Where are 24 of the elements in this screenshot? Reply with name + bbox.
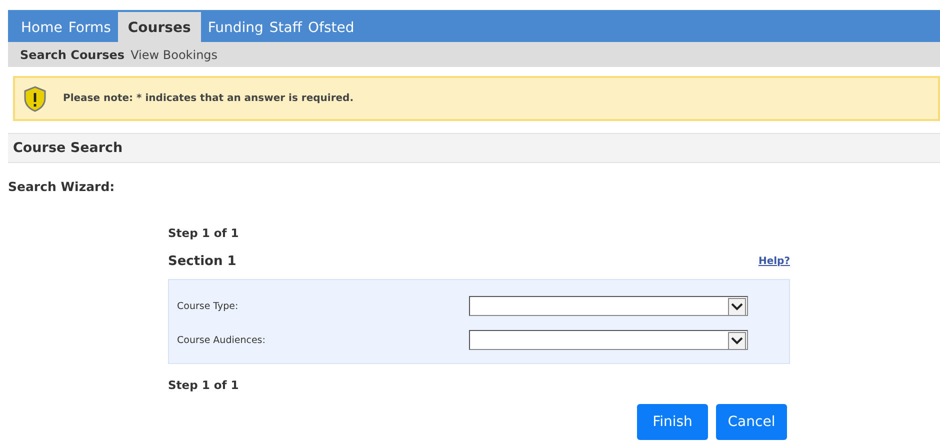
- section-title: Section 1: [168, 254, 236, 269]
- help-link[interactable]: Help?: [758, 256, 790, 267]
- sub-nav-link[interactable]: Search Courses: [20, 48, 125, 62]
- step-label: Step 1 of 1: [168, 378, 240, 392]
- nav-tab[interactable]: Forms: [65, 18, 114, 42]
- nav-tab[interactable]: Courses: [118, 12, 201, 42]
- dropdown-field[interactable]: [469, 296, 748, 316]
- finish-button[interactable]: Finish: [637, 404, 708, 440]
- nav-tab[interactable]: Ofsted: [305, 18, 358, 42]
- wizard-label: Search Wizard:: [8, 179, 116, 194]
- nav-tab[interactable]: Staff: [266, 18, 306, 42]
- field-label: Course Type:: [177, 300, 240, 312]
- nav-tab[interactable]: Home: [18, 18, 66, 42]
- panel-title: Course Search: [13, 140, 123, 156]
- sub-nav-link[interactable]: View Bookings: [130, 48, 218, 62]
- cancel-button[interactable]: Cancel: [716, 404, 787, 440]
- dropdown-field[interactable]: [469, 330, 748, 350]
- field-label: Course Audiences:: [177, 334, 266, 346]
- notice-text: Please note: * indicates that an answer is required.: [63, 93, 354, 104]
- warning-shield-icon: [23, 86, 47, 112]
- caret-icon: [731, 303, 743, 311]
- step-label: Step 1 of 1: [168, 226, 240, 240]
- nav-tab[interactable]: Funding: [204, 18, 266, 42]
- caret-icon: [731, 337, 743, 345]
